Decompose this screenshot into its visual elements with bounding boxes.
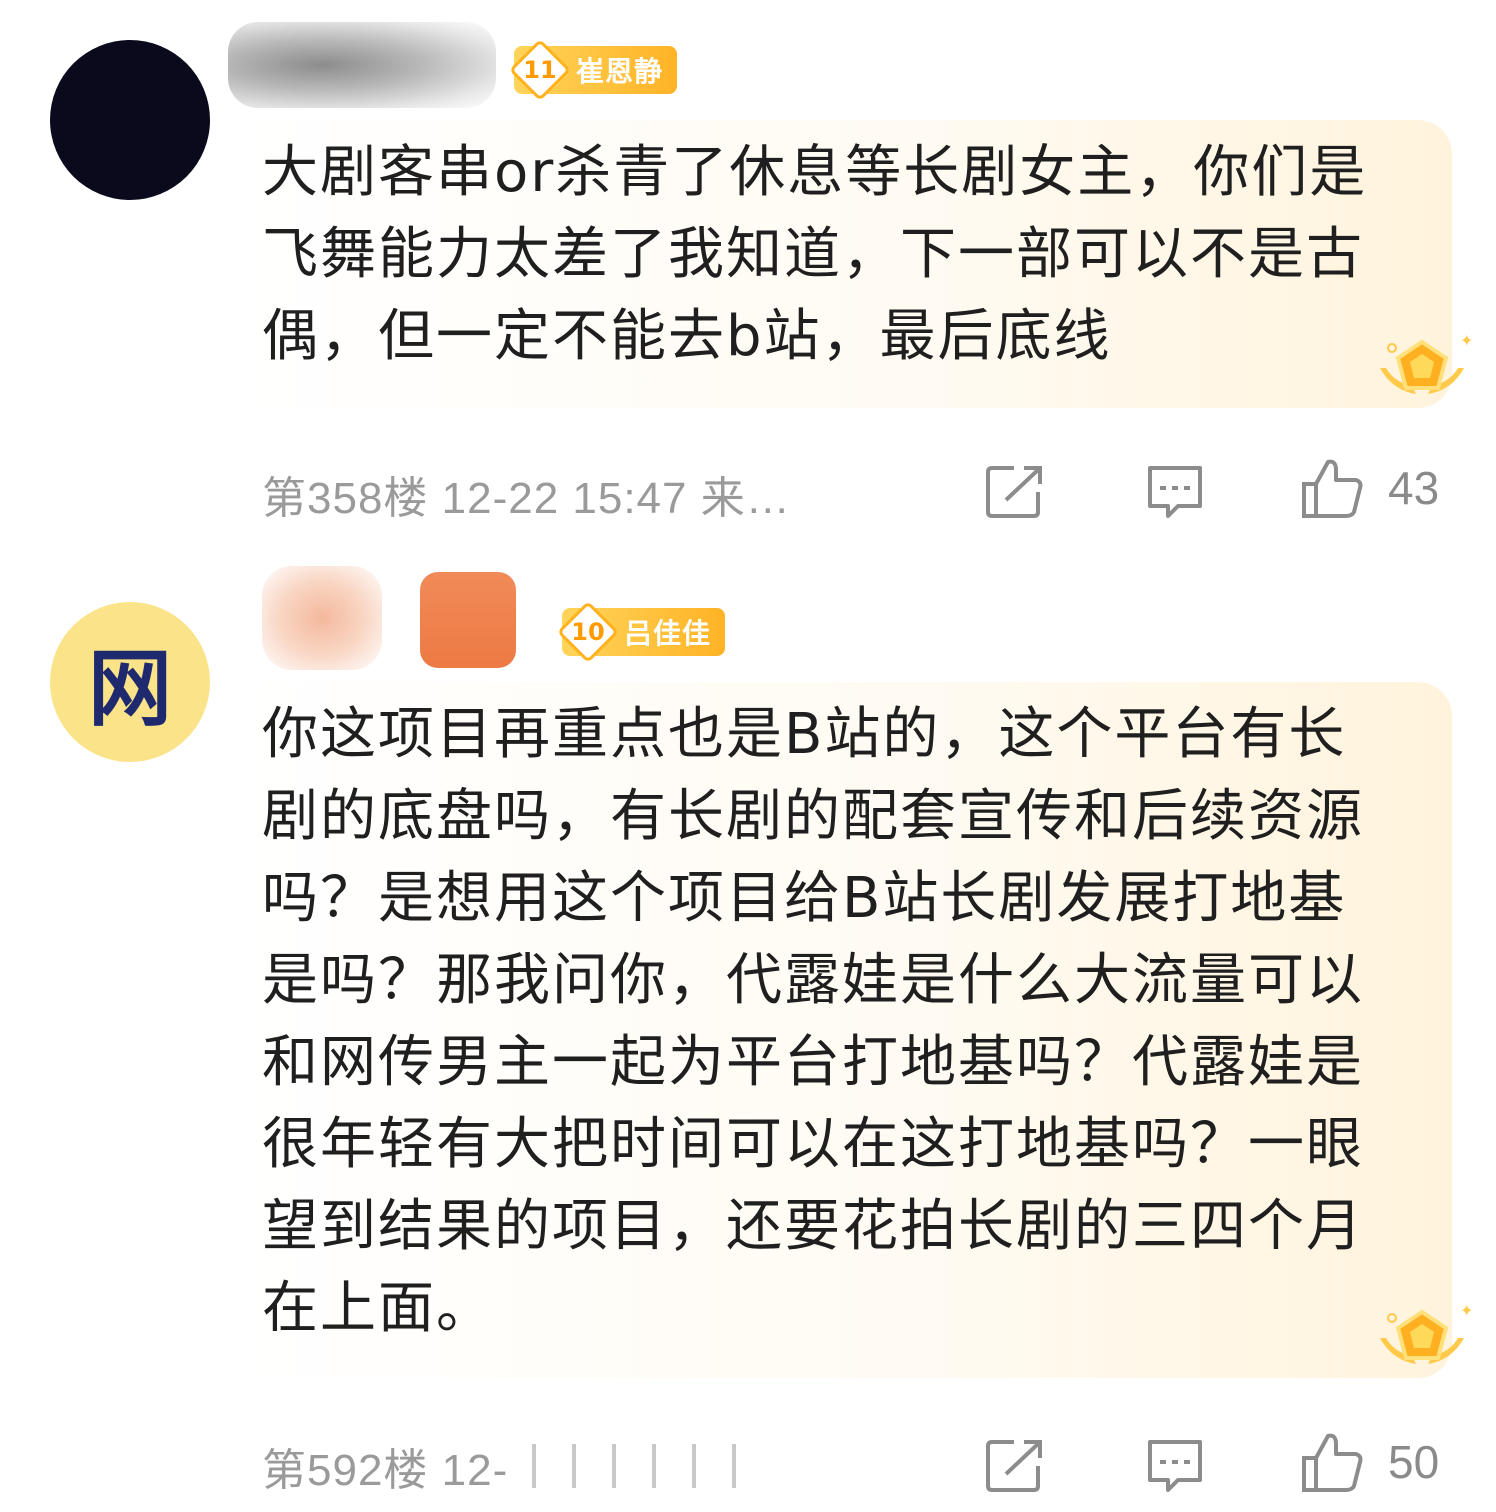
thumbs-up-icon bbox=[1302, 459, 1363, 518]
share-icon bbox=[986, 466, 1042, 518]
badge-level: 10 bbox=[571, 618, 605, 646]
comment-icon bbox=[1148, 466, 1202, 518]
fan-badge[interactable]: 11 崔恩静 bbox=[508, 38, 678, 102]
thumbs-up-icon bbox=[1302, 1433, 1363, 1492]
comment-text: 你这项目再重点也是B站的，这个平台有长剧的底盘吗，有长剧的配套宣传和后续资源吗？… bbox=[262, 702, 1364, 1341]
share-button[interactable] bbox=[984, 462, 1046, 520]
svg-text:✦: ✦ bbox=[1460, 331, 1472, 350]
share-icon bbox=[986, 1440, 1042, 1492]
comment-footer: 第358楼 12-22 15:47 来… bbox=[262, 464, 791, 524]
like-count: 43 bbox=[1388, 462, 1440, 514]
comment-footer: 第592楼 12- bbox=[262, 1436, 769, 1496]
comment-item: 11 崔恩静 大剧客串or杀青了休息等长剧女主，你们是飞舞能力太差了我知道，下一… bbox=[0, 0, 1496, 560]
reply-button[interactable] bbox=[1144, 1436, 1206, 1496]
like-button[interactable]: 50 bbox=[1300, 1430, 1439, 1494]
avatar[interactable] bbox=[50, 40, 210, 200]
medal-icon: ✦ bbox=[1380, 1301, 1472, 1364]
comment-text: 大剧客串or杀青了休息等长剧女主，你们是飞舞能力太差了我知道，下一部可以不是古偶… bbox=[262, 140, 1368, 369]
like-count: 50 bbox=[1388, 1436, 1440, 1488]
redacted-text bbox=[508, 1444, 769, 1488]
floor-and-time: 第592楼 12- bbox=[262, 1446, 509, 1495]
floor-and-time: 第358楼 12-22 15:47 来… bbox=[262, 474, 791, 523]
svg-text:✦: ✦ bbox=[1460, 1301, 1472, 1320]
medal-icon: ✦ bbox=[1380, 331, 1472, 394]
username-blurred[interactable] bbox=[228, 22, 496, 108]
badge-name: 崔恩静 bbox=[576, 55, 664, 88]
comment-icon bbox=[1148, 1440, 1202, 1492]
avatar-char: 网 bbox=[87, 638, 172, 738]
username-blurred[interactable] bbox=[262, 566, 382, 670]
avatar[interactable]: 网 bbox=[50, 602, 210, 762]
username-blurred[interactable] bbox=[420, 572, 516, 668]
comment-item: 网 10 吕佳佳 你这项目再重点也是B站的，这个平台有长剧的底盘吗，有长剧的配套… bbox=[0, 560, 1496, 1512]
share-button[interactable] bbox=[984, 1436, 1046, 1494]
badge-level: 11 bbox=[523, 56, 557, 84]
badge-name: 吕佳佳 bbox=[624, 617, 712, 650]
like-button[interactable]: 43 bbox=[1300, 456, 1439, 520]
fan-badge[interactable]: 10 吕佳佳 bbox=[556, 600, 726, 664]
reply-button[interactable] bbox=[1144, 462, 1206, 522]
